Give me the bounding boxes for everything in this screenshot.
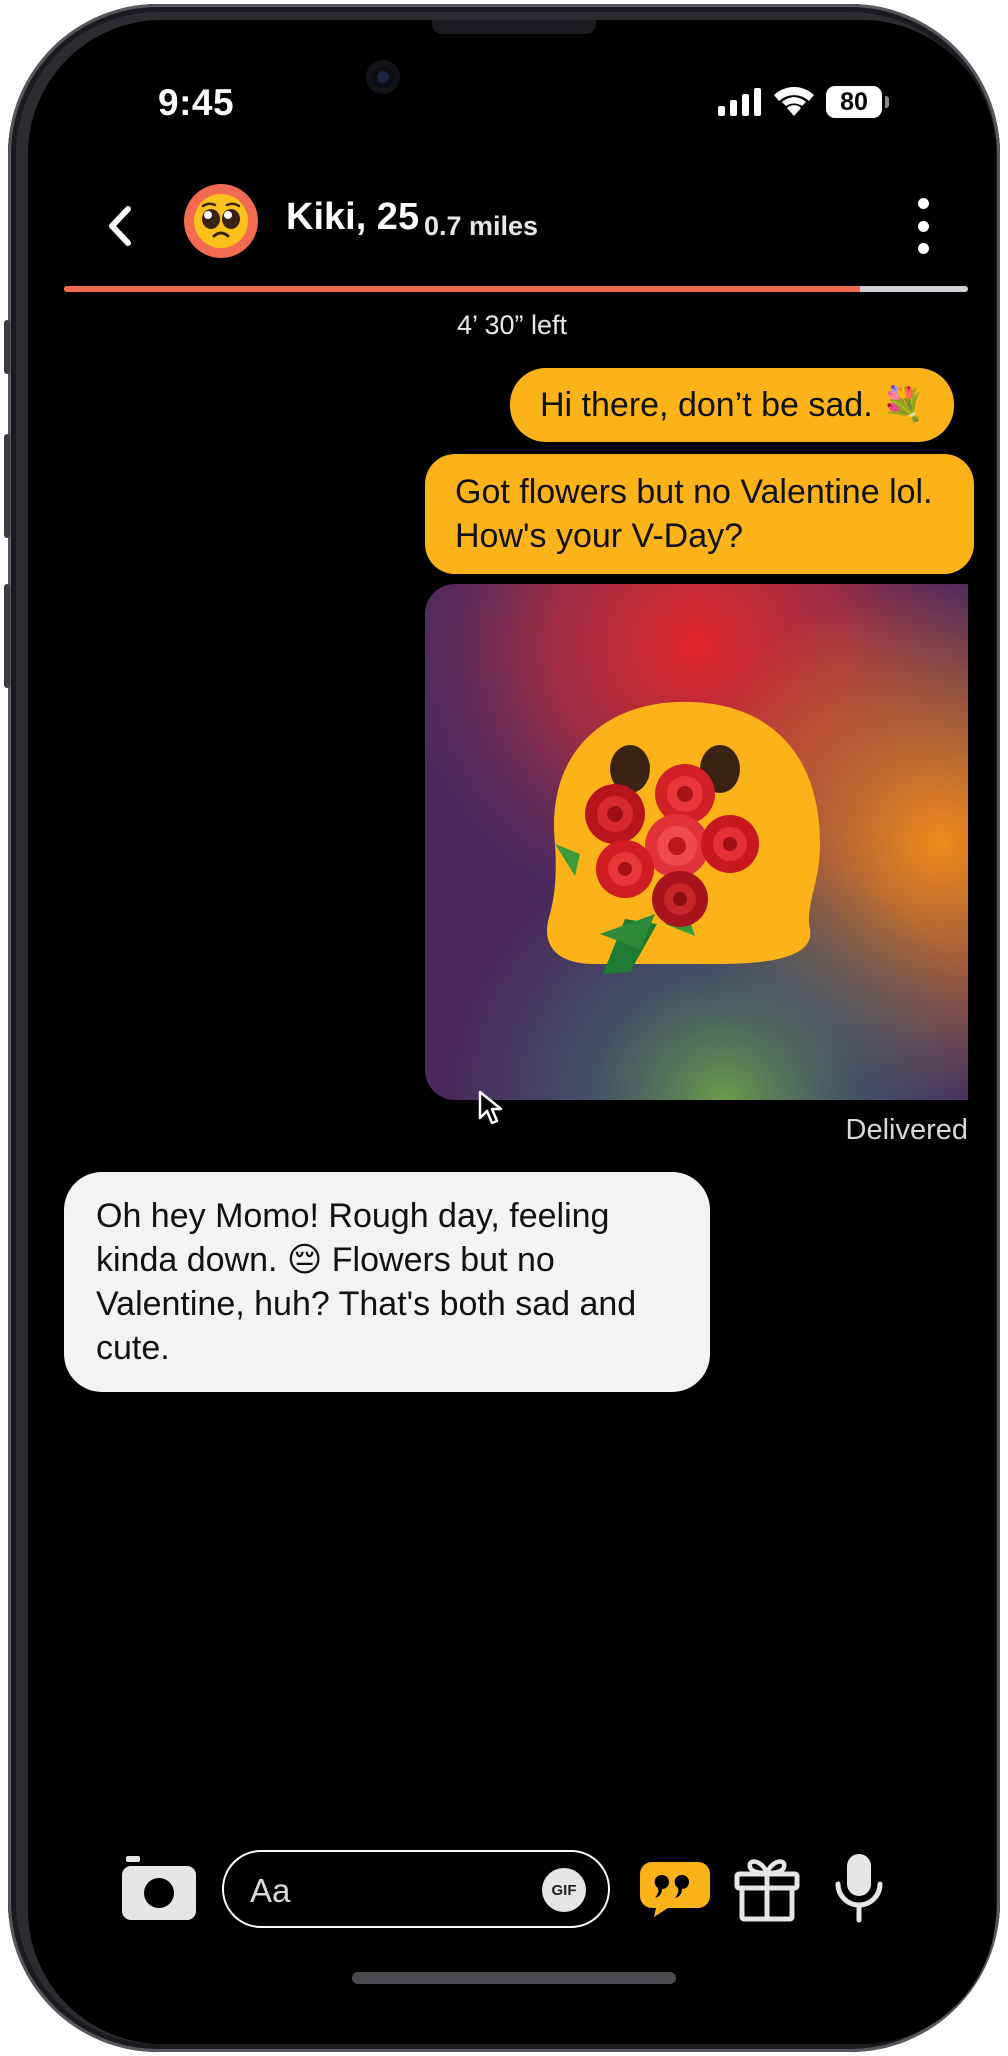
incoming-message[interactable]: Oh hey Momo! Rough day, feeling kinda do… [64, 1172, 710, 1392]
rose-icon [585, 784, 645, 844]
rose-icon [652, 871, 708, 927]
rose-icon [596, 840, 654, 898]
gift-icon [734, 1859, 800, 1922]
battery-icon: 80 [826, 86, 889, 118]
rose-icon [655, 764, 715, 824]
outgoing-message[interactable]: Got flowers but no Valentine lol. How's … [425, 454, 974, 574]
status-icons: 80 [718, 86, 889, 118]
contact-distance: 0.7 miles [424, 211, 539, 241]
time-remaining: 4’ 30” left [456, 310, 568, 340]
volume-up-button [4, 434, 10, 538]
action-button [4, 320, 10, 374]
contact-name[interactable]: Kiki, 25 [286, 196, 419, 239]
quote-button[interactable] [638, 1860, 712, 1918]
pleading-face-icon [194, 194, 248, 248]
wifi-icon [774, 87, 814, 116]
quote-icon [640, 1862, 710, 1917]
volume-down-button [4, 584, 10, 688]
sticker-message[interactable] [425, 584, 968, 1100]
voice-message-button[interactable] [834, 1852, 884, 1924]
rose-icon [645, 814, 709, 878]
rose-icon [701, 815, 759, 873]
front-camera [366, 60, 400, 94]
back-button[interactable] [100, 196, 140, 256]
blob-with-roses-sticker [425, 584, 968, 1100]
camera-button[interactable] [120, 1854, 200, 1922]
dot-icon [917, 198, 929, 209]
phone-frame: 9:45 80 Kiki, 25 0.7 miles 4’ 30” left H… [4, 4, 1000, 2052]
time-progress-bar [64, 286, 968, 292]
message-input[interactable]: Aa GIF [222, 1850, 610, 1928]
home-indicator[interactable] [352, 1972, 676, 1984]
microphone-icon [835, 1854, 883, 1923]
cellular-signal-icon [718, 88, 761, 116]
outgoing-message[interactable]: Hi there, don’t be sad. 💐 [510, 368, 955, 442]
mouse-cursor-icon [478, 1090, 503, 1125]
gift-button[interactable] [734, 1854, 800, 1922]
speaker-grille [432, 20, 596, 34]
screen: 9:45 80 Kiki, 25 0.7 miles 4’ 30” left H… [28, 20, 996, 2044]
dot-icon [917, 220, 929, 232]
time-progress-fill [64, 286, 860, 292]
delivery-status: Delivered [845, 1114, 969, 1146]
more-options-button[interactable] [908, 198, 938, 254]
dot-icon [917, 243, 929, 254]
message-input-placeholder: Aa [250, 1872, 291, 1909]
status-time: 9:45 [158, 82, 235, 123]
gif-button[interactable]: GIF [542, 1868, 586, 1912]
chevron-left-icon [109, 206, 131, 246]
avatar[interactable] [184, 184, 258, 258]
camera-icon [122, 1856, 196, 1920]
